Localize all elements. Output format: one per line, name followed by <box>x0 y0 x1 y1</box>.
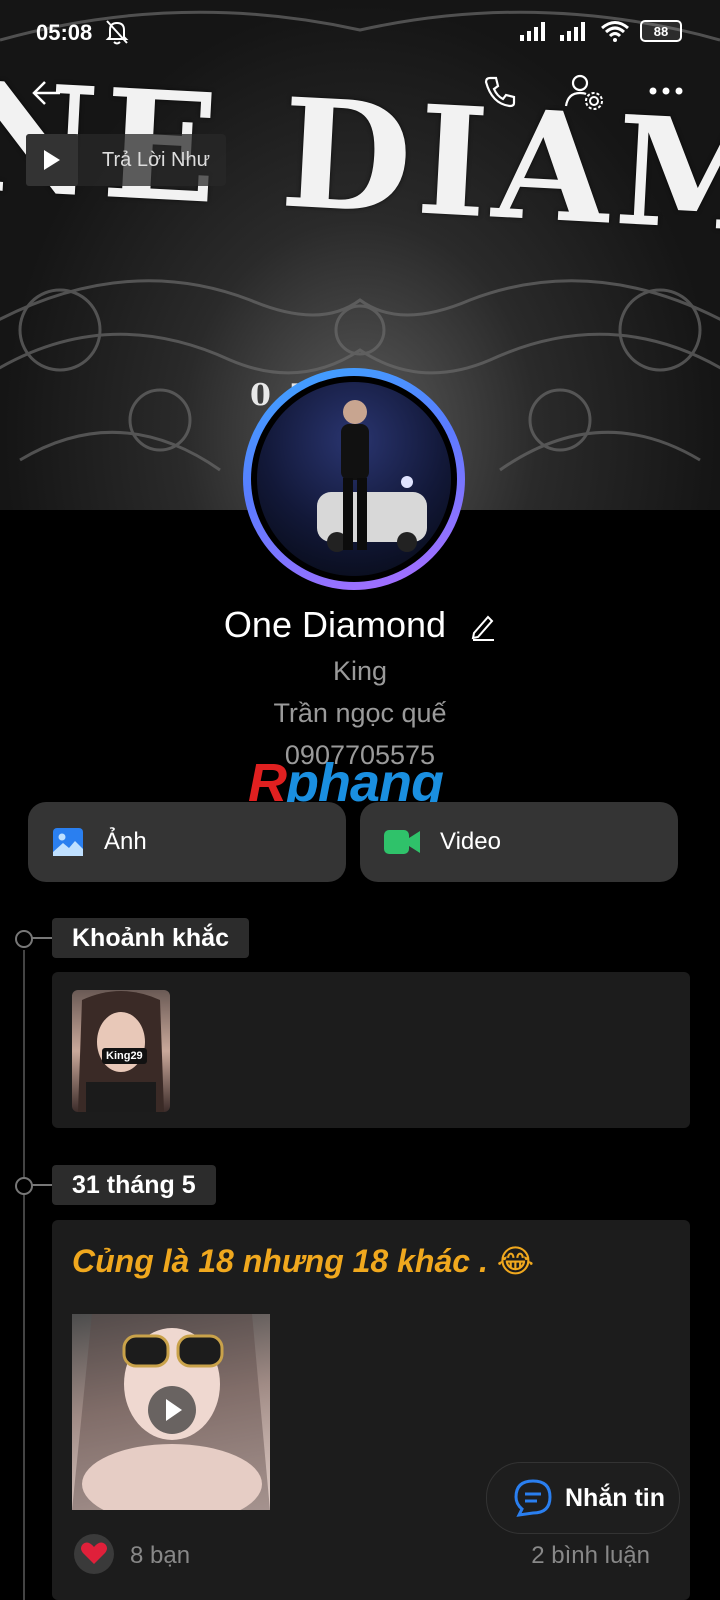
timeline-tick <box>31 937 53 939</box>
photos-button[interactable]: Ảnh <box>28 802 346 882</box>
back-arrow-icon[interactable] <box>30 76 64 110</box>
profile-music-chip[interactable]: Trả Lời Như <box>26 134 226 186</box>
moments-label: Khoảnh khắc <box>52 918 249 958</box>
avatar-illustration <box>317 400 427 552</box>
video-label: Video <box>440 828 501 855</box>
post-text: Củng là 18 nhưng 18 khác . 😂 <box>72 1243 535 1279</box>
send-message-label: Nhắn tin <box>565 1483 665 1512</box>
photo-icon <box>53 828 83 856</box>
post-card[interactable]: Củng là 18 nhưng 18 khác . 😂 8 bạn 2 bìn… <box>52 1220 690 1600</box>
profile-settings-icon[interactable] <box>564 72 604 112</box>
profile-name-row: One Diamond <box>0 604 720 646</box>
signal-icon <box>520 22 545 41</box>
moment-thumbnail[interactable]: King29 <box>72 990 170 1112</box>
likes-count[interactable]: 8 bạn <box>130 1542 190 1570</box>
music-thumbnail <box>26 134 78 186</box>
video-camera-icon <box>384 830 420 854</box>
like-button[interactable] <box>74 1534 114 1574</box>
bio-line-2: Trần ngọc quế <box>273 698 447 728</box>
signal-icon-2 <box>560 22 585 41</box>
play-icon <box>166 1399 182 1421</box>
timeline-line <box>23 950 25 1600</box>
moments-card: King29 <box>52 972 690 1128</box>
post-date: 31 tháng 5 <box>52 1165 216 1205</box>
battery-indicator: 88 <box>640 20 682 42</box>
wifi-icon <box>601 21 629 42</box>
heart-icon <box>81 1542 107 1564</box>
edit-pencil-icon[interactable] <box>470 613 496 642</box>
video-button[interactable]: Video <box>360 802 678 882</box>
avatar-photo <box>257 382 451 576</box>
comments-count[interactable]: 2 bình luận <box>531 1542 650 1570</box>
post-video-thumbnail[interactable] <box>72 1314 270 1510</box>
avatar[interactable] <box>243 368 465 590</box>
play-icon <box>44 150 60 170</box>
profile-name: One Diamond <box>223 604 447 645</box>
more-options-icon[interactable] <box>648 84 684 98</box>
moment-label: King29 <box>102 1048 147 1064</box>
photos-label: Ảnh <box>104 828 147 855</box>
send-message-button[interactable]: Nhắn tin <box>486 1462 680 1534</box>
timeline-tick <box>31 1184 53 1186</box>
timeline-dot <box>15 930 33 948</box>
status-bar: 05:08 88 <box>0 14 720 54</box>
chat-bubble-icon <box>514 1479 552 1517</box>
phone-icon[interactable] <box>482 74 518 110</box>
notifications-muted-icon <box>105 20 129 45</box>
video-play-button[interactable] <box>148 1386 196 1434</box>
music-title: Trả Lời Như <box>102 148 211 171</box>
reaction-row: 8 bạn 2 bình luận <box>72 1534 672 1574</box>
bio-line-1: King <box>332 656 388 686</box>
timeline-dot <box>15 1177 33 1195</box>
status-time: 05:08 <box>36 20 93 45</box>
